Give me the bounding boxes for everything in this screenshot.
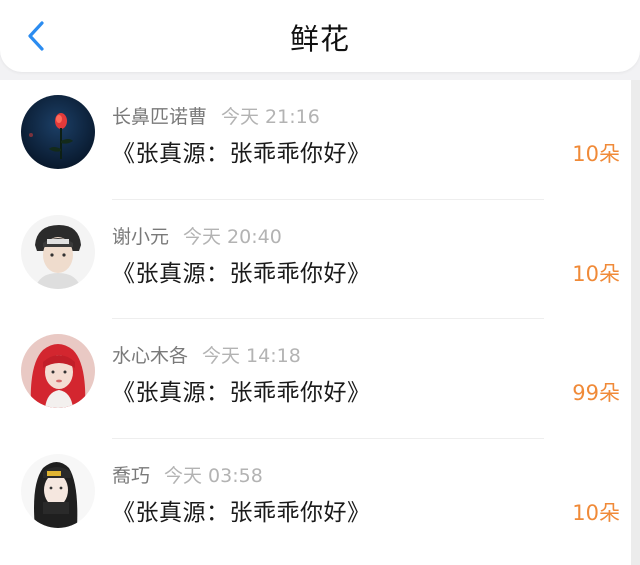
gift-title: 《张真源：张乖乖你好》 [112,260,371,287]
page-title: 鲜花 [289,22,350,56]
list-item[interactable]: 水心木各 今天 14:18 《张真源：张乖乖你好》 99朵 [0,319,640,439]
name-line: 谢小元 今天 20:40 [112,222,282,248]
avatar[interactable] [21,214,95,289]
header-bar: 鲜花 [0,0,640,72]
avatar[interactable] [21,453,95,528]
back-button[interactable] [18,18,54,54]
gift-title: 《张真源：张乖乖你好》 [112,499,371,526]
flower-count: 10朵 [572,261,620,286]
user-name[interactable]: 长鼻匹诺曹 [112,106,207,128]
name-line: 喬巧 今天 03:58 [112,461,263,487]
name-line: 水心木各 今天 14:18 [112,341,301,367]
timestamp: 今天 20:40 [183,225,282,248]
list-item[interactable]: 喬巧 今天 03:58 《张真源：张乖乖你好》 10朵 [0,439,640,559]
name-line: 长鼻匹诺曹 今天 21:16 [112,102,320,128]
timestamp: 今天 03:58 [164,464,263,487]
avatar[interactable] [21,95,95,169]
gift-title: 《张真源：张乖乖你好》 [112,141,371,167]
scrollbar[interactable] [631,80,640,565]
list-item[interactable]: 长鼻匹诺曹 今天 21:16 《张真源：张乖乖你好》 10朵 [0,80,640,200]
avatar[interactable] [21,334,95,408]
gift-record-list: 长鼻匹诺曹 今天 21:16 《张真源：张乖乖你好》 10朵 谢小元 今天 20:4… [0,80,640,565]
list-item[interactable]: 谢小元 今天 20:40 《张真源：张乖乖你好》 10朵 [0,200,640,319]
flower-count: 10朵 [572,142,620,166]
flower-count: 10朵 [572,500,620,525]
chevron-left-icon [28,21,44,51]
user-name[interactable]: 谢小元 [112,226,169,248]
timestamp: 今天 21:16 [221,106,320,128]
gift-title: 《张真源：张乖乖你好》 [112,380,371,406]
user-name[interactable]: 喬巧 [112,465,150,487]
user-name[interactable]: 水心木各 [112,345,188,367]
timestamp: 今天 14:18 [202,345,301,367]
flower-count: 99朵 [572,381,620,405]
